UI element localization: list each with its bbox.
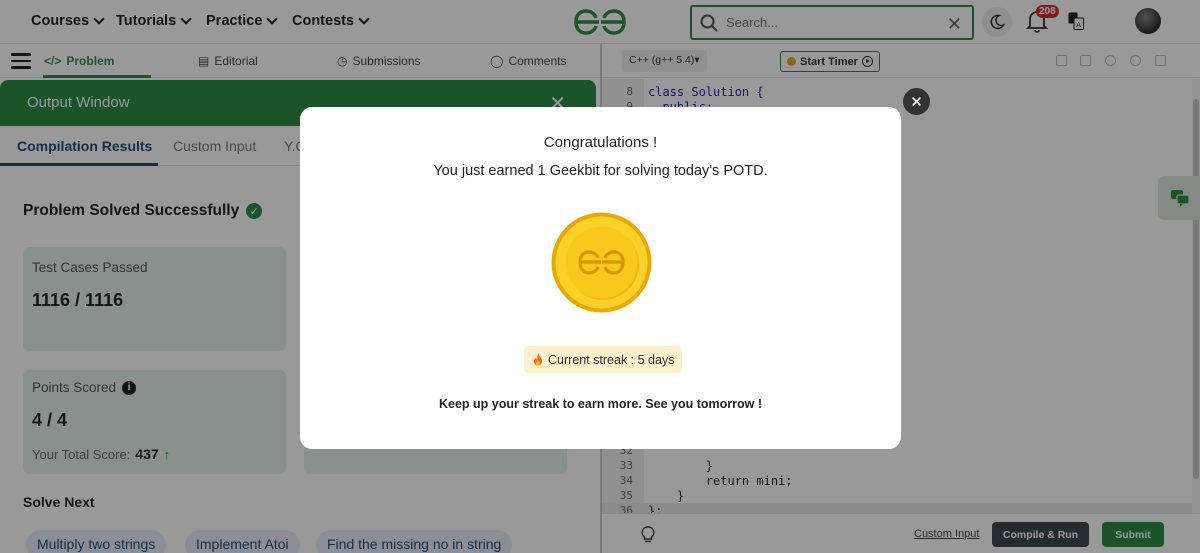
modal-footer-text: Keep up your streak to earn more. See yo… (439, 397, 762, 411)
fire-icon (534, 353, 542, 365)
geekbit-coin-icon (551, 212, 652, 313)
modal-title: Congratulations ! (543, 134, 658, 151)
streak-badge: Current streak : 5 days (524, 346, 683, 373)
close-modal-icon[interactable]: ✕ (903, 88, 930, 115)
congrats-modal: Congratulations ! You just earned 1 Geek… (300, 107, 901, 449)
modal-subtitle: You just earned 1 Geekbit for solving to… (433, 163, 768, 179)
streak-text: Current streak : 5 days (548, 352, 675, 367)
